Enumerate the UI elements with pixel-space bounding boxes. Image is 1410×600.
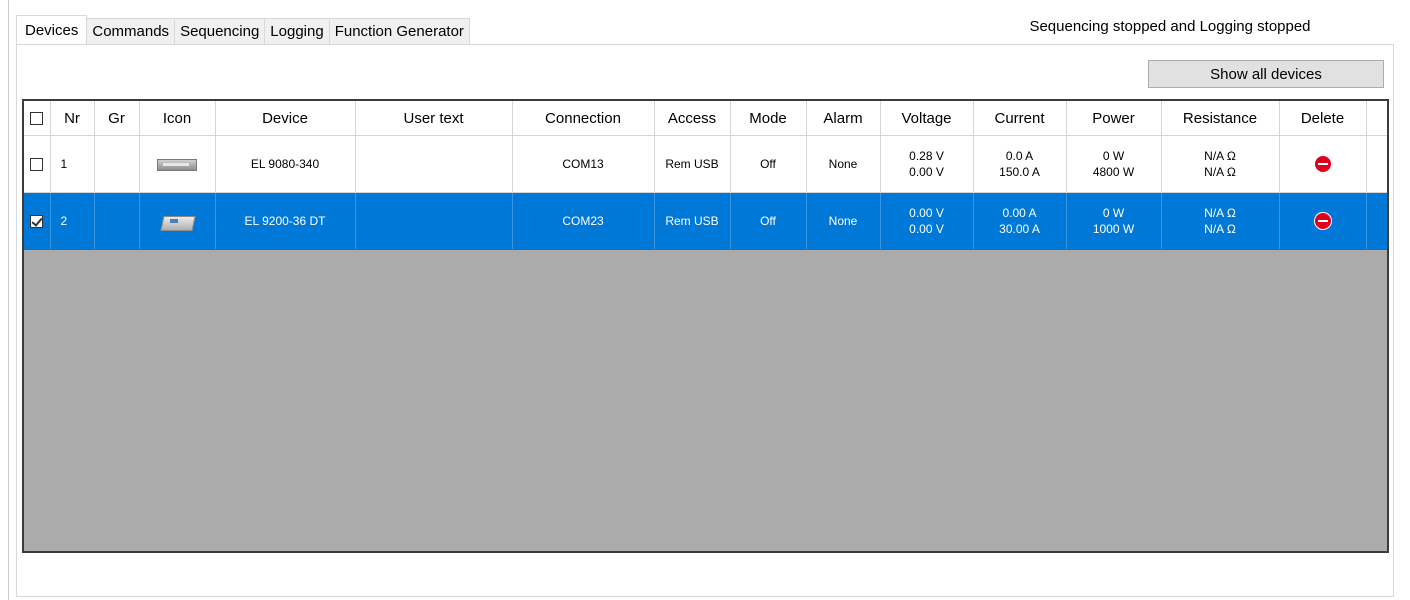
voltage-set: 0.00 V (909, 222, 944, 236)
devices-table: Nr Gr Icon Device User text Connection A… (24, 101, 1387, 250)
cell-current: 0.00 A 30.00 A (973, 192, 1067, 250)
status-text: Sequencing stopped and Logging stopped (1029, 18, 1311, 35)
window-left-border (8, 0, 9, 600)
power-set: 4800 W (1092, 165, 1135, 179)
header-gr[interactable]: Gr (94, 101, 140, 136)
cell-mode: Off (730, 192, 807, 250)
cell-resistance: N/A Ω N/A Ω (1161, 135, 1280, 193)
header-current[interactable]: Current (973, 101, 1067, 136)
cell-power: 0 W 1000 W (1066, 192, 1162, 250)
tab-logging[interactable]: Logging (265, 18, 330, 44)
delete-icon[interactable] (1314, 213, 1331, 230)
table-row[interactable]: 1 EL 9080-340 COM13 Rem USB Off None 0.2… (24, 135, 1387, 193)
header-device[interactable]: Device (215, 101, 356, 136)
header-user-text[interactable]: User text (355, 101, 513, 136)
cell-connection: COM13 (512, 135, 655, 193)
desktop-device-icon (160, 212, 196, 231)
cell-alarm: None (806, 192, 881, 250)
cell-connection: COM23 (512, 192, 655, 250)
current-actual: 0.0 A (1005, 149, 1034, 163)
cell-voltage: 0.00 V 0.00 V (880, 192, 974, 250)
resistance-set: N/A Ω (1204, 165, 1236, 179)
power-set: 1000 W (1092, 222, 1135, 236)
row-checkbox-cell[interactable] (24, 135, 51, 193)
cell-resistance: N/A Ω N/A Ω (1161, 192, 1280, 250)
tab-commands[interactable]: Commands (87, 18, 176, 44)
cell-nr: 2 (50, 192, 95, 250)
header-mode[interactable]: Mode (730, 101, 807, 136)
table-header-row: Nr Gr Icon Device User text Connection A… (24, 101, 1387, 136)
delete-icon[interactable] (1314, 156, 1331, 173)
rack-device-icon (157, 158, 197, 171)
app-window: Devices Commands Sequencing Logging Func… (0, 0, 1410, 600)
cell-icon (139, 135, 216, 193)
devices-grid: Nr Gr Icon Device User text Connection A… (22, 99, 1389, 553)
current-set: 150.0 A (999, 165, 1040, 179)
voltage-actual: 0.00 V (909, 206, 944, 220)
current-actual: 0.00 A (1002, 206, 1037, 220)
power-actual: 0 W (1102, 149, 1125, 163)
resistance-actual: N/A Ω (1204, 149, 1236, 163)
tab-bar: Devices Commands Sequencing Logging Func… (16, 15, 470, 44)
tab-function-generator[interactable]: Function Generator (329, 18, 470, 44)
cell-mode: Off (730, 135, 807, 193)
header-icon[interactable]: Icon (139, 101, 216, 136)
cell-delete (1279, 135, 1367, 193)
header-access[interactable]: Access (654, 101, 731, 136)
row-checkbox-cell[interactable] (24, 192, 51, 250)
cell-voltage: 0.28 V 0.00 V (880, 135, 974, 193)
cell-alarm: None (806, 135, 881, 193)
show-all-devices-button[interactable]: Show all devices (1148, 60, 1384, 88)
header-voltage[interactable]: Voltage (880, 101, 974, 136)
current-set: 30.00 A (999, 222, 1040, 236)
header-filler (1366, 101, 1387, 136)
cell-delete (1279, 192, 1367, 250)
header-nr[interactable]: Nr (50, 101, 95, 136)
header-alarm[interactable]: Alarm (806, 101, 881, 136)
cell-power: 0 W 4800 W (1066, 135, 1162, 193)
header-delete[interactable]: Delete (1279, 101, 1367, 136)
cell-user-text[interactable] (355, 192, 513, 250)
table-row[interactable]: 2 EL 9200-36 DT COM23 Rem USB Off None 0… (24, 192, 1387, 250)
cell-device: EL 9080-340 (215, 135, 356, 193)
cell-filler (1366, 135, 1387, 193)
cell-device: EL 9200-36 DT (215, 192, 356, 250)
cell-user-text[interactable] (355, 135, 513, 193)
cell-nr: 1 (50, 135, 95, 193)
resistance-set: N/A Ω (1204, 222, 1236, 236)
power-actual: 0 W (1102, 206, 1125, 220)
cell-access: Rem USB (654, 135, 731, 193)
cell-current: 0.0 A 150.0 A (973, 135, 1067, 193)
cell-gr (94, 192, 140, 250)
tab-devices[interactable]: Devices (16, 15, 88, 44)
row-checkbox[interactable] (30, 215, 44, 229)
header-select-all[interactable] (24, 101, 51, 136)
header-power[interactable]: Power (1066, 101, 1162, 136)
voltage-set: 0.00 V (909, 165, 944, 179)
cell-filler (1366, 192, 1387, 250)
select-all-checkbox[interactable] (30, 112, 44, 126)
voltage-actual: 0.28 V (909, 149, 944, 163)
row-checkbox[interactable] (30, 158, 44, 172)
tab-sequencing[interactable]: Sequencing (175, 18, 266, 44)
header-connection[interactable]: Connection (512, 101, 655, 136)
cell-access: Rem USB (654, 192, 731, 250)
resistance-actual: N/A Ω (1204, 206, 1236, 220)
cell-icon (139, 192, 216, 250)
header-resistance[interactable]: Resistance (1161, 101, 1280, 136)
cell-gr (94, 135, 140, 193)
